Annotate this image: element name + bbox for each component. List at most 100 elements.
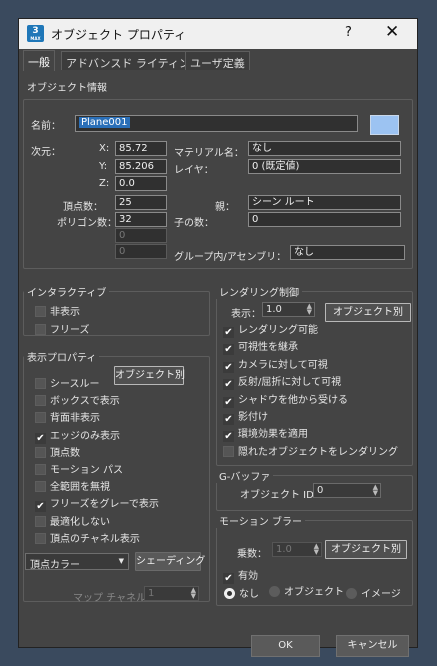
- help-button[interactable]: ?: [345, 25, 352, 40]
- radio-object[interactable]: オブジェクト: [269, 583, 344, 598]
- hide-checkbox[interactable]: 非表示: [35, 303, 80, 318]
- display-option-label: 背面非表示: [50, 413, 100, 425]
- freeze-checkbox[interactable]: フリーズ: [35, 321, 90, 336]
- hide-label: 非表示: [50, 307, 80, 318]
- check-icon: ✔: [223, 327, 234, 338]
- app-icon-text: 3: [32, 26, 39, 36]
- vertices-value: 25: [115, 195, 167, 210]
- check-icon: ✔: [223, 396, 234, 408]
- display-option-checkbox-1[interactable]: ボックスで表示: [35, 392, 120, 408]
- render-option-checkbox-7[interactable]: 隠れたオブジェクトをレンダリング: [223, 443, 398, 458]
- display-option-label: エッジのみ表示: [50, 430, 120, 442]
- tab-content: オブジェクト情報 名前： Plane001 次元： X: 85.72 Y: 85…: [19, 71, 417, 657]
- check-icon: ✔: [223, 379, 234, 391]
- z-label: Z:: [99, 178, 110, 189]
- cancel-button[interactable]: キャンセル: [336, 635, 409, 657]
- display-option-label: 頂点数: [50, 447, 80, 459]
- render-option-label: 環境効果を適用: [238, 429, 308, 441]
- tab-general[interactable]: 一般: [23, 50, 55, 71]
- group-value: なし: [290, 245, 405, 260]
- close-icon[interactable]: ✕: [385, 22, 399, 42]
- check-icon: ✔: [223, 431, 234, 443]
- checkbox-box: [35, 378, 46, 389]
- freeze-check-box: [35, 324, 46, 335]
- check-icon: ✔: [223, 361, 234, 373]
- x-dimension-value: 85.72: [115, 141, 167, 156]
- motion-blur-enabled-checkbox[interactable]: ✔ 有効: [223, 567, 258, 584]
- vertex-color-dropdown[interactable]: 頂点カラー ▼: [25, 553, 129, 571]
- spinner-arrows-icon: ▲ ▼: [372, 483, 378, 497]
- display-option-checkbox-2[interactable]: 背面非表示: [35, 409, 100, 425]
- vertex-color-value: 頂点カラー: [30, 560, 80, 571]
- material-value: なし: [248, 141, 401, 156]
- render-option-label: カメラに対して可視: [238, 359, 328, 371]
- display-option-label: ボックスで表示: [50, 396, 120, 408]
- name-input[interactable]: Plane001: [75, 115, 358, 132]
- display-option-checkbox-5[interactable]: モーション パス: [35, 461, 123, 476]
- display-props-title: 表示プロパティ: [24, 349, 100, 364]
- app-icon-subtext: MAX: [30, 36, 41, 41]
- tab-bar: 一般 アドバンスド ライティング ユーザ定義: [19, 49, 417, 71]
- freeze-label: フリーズ: [50, 325, 90, 336]
- spinner-arrows-icon: ▲ ▼: [306, 302, 312, 316]
- render-option-label: 隠れたオブジェクトをレンダリング: [238, 446, 398, 458]
- radio-none[interactable]: なし: [224, 585, 259, 600]
- gbuffer-title: G-バッファ: [216, 468, 274, 483]
- multiplier-label: 乗数：: [237, 549, 267, 560]
- radio-image[interactable]: イメージ: [346, 585, 401, 600]
- name-value: Plane001: [79, 117, 130, 128]
- motion-blur-title: モーション ブラー: [216, 513, 305, 528]
- display-option-checkbox-6[interactable]: 全範囲を無視: [35, 478, 110, 493]
- object-properties-dialog: 3 MAX オブジェクト プロパティ ? ✕ 一般 アドバンスド ライティング …: [18, 18, 418, 657]
- display-option-label: 頂点のチャネル表示: [50, 533, 140, 545]
- radio-dot: [346, 588, 357, 599]
- object-id-spinner[interactable]: 0 ▲ ▼: [313, 483, 381, 498]
- display-option-checkbox-7[interactable]: ✔ フリーズをグレーで表示: [35, 495, 159, 513]
- checkbox-box: [35, 515, 46, 527]
- tab-user-defined[interactable]: ユーザ定義: [185, 51, 250, 70]
- display-option-checkbox-3[interactable]: ✔ エッジのみ表示: [35, 427, 120, 444]
- visibility-spinner[interactable]: 1.0 ▲ ▼: [262, 302, 315, 317]
- multiplier-spinner[interactable]: 1.0 ▲ ▼: [272, 542, 322, 557]
- checkbox-box: [35, 446, 46, 458]
- group-label: グループ内/アセンブリ：: [174, 252, 287, 263]
- ok-button[interactable]: OK: [251, 635, 320, 657]
- check-icon: ✔: [223, 414, 234, 425]
- map-channel-spinner[interactable]: 1 ▲ ▼: [144, 586, 199, 601]
- render-option-checkbox-1[interactable]: ✔ 可視性を継承: [223, 338, 298, 356]
- rendering-by-object-button[interactable]: オブジェクト別: [325, 303, 411, 322]
- object-info-title: オブジェクト情報: [24, 79, 110, 94]
- multiplier-value: 1.0: [276, 544, 292, 555]
- render-option-label: 可視性を継承: [238, 342, 298, 354]
- render-option-checkbox-4[interactable]: ✔ シャドウを他から受ける: [223, 391, 348, 408]
- material-label: マテリアル名：: [174, 148, 244, 159]
- radio-dot: [224, 588, 235, 599]
- map-channel-value: 1: [148, 588, 155, 599]
- blank-value-1: 0: [115, 228, 167, 243]
- check-icon: ✔: [35, 432, 46, 444]
- dimensions-label: 次元：: [31, 147, 61, 158]
- checkbox-box: [35, 412, 46, 424]
- window-title: オブジェクト プロパティ: [51, 28, 187, 42]
- display-option-checkbox-9[interactable]: 頂点のチャネル表示: [35, 530, 140, 545]
- render-option-label: レンダリング可能: [238, 325, 318, 336]
- check-icon: ✔: [35, 501, 46, 513]
- display-option-checkbox-8[interactable]: 最適化しない: [35, 513, 110, 528]
- title-bar: 3 MAX オブジェクト プロパティ ? ✕: [19, 19, 417, 49]
- render-option-checkbox-5[interactable]: ✔ 影付け: [223, 408, 268, 425]
- render-option-checkbox-6[interactable]: ✔ 環境効果を適用: [223, 425, 308, 443]
- display-option-checkbox-0[interactable]: シースルー: [35, 375, 100, 390]
- display-by-object-button[interactable]: オブジェクト別: [114, 366, 185, 385]
- object-id-label: オブジェクト ID：: [240, 490, 324, 501]
- object-color-swatch[interactable]: [370, 115, 399, 135]
- shading-button[interactable]: シェーディング: [135, 552, 205, 571]
- motion-blur-by-object-button[interactable]: オブジェクト別: [325, 540, 407, 559]
- render-option-checkbox-3[interactable]: ✔ 反射/屈折に対して可視: [223, 373, 341, 391]
- render-option-checkbox-2[interactable]: ✔ カメラに対して可視: [223, 356, 328, 373]
- render-option-checkbox-0[interactable]: ✔ レンダリング可能: [223, 321, 318, 338]
- checkbox-box: [35, 481, 46, 493]
- check-icon: ✔: [223, 344, 234, 356]
- display-option-checkbox-4[interactable]: 頂点数: [35, 444, 80, 459]
- rendering-title: レンダリング制御: [216, 284, 302, 299]
- interactivity-title: インタラクティブ: [24, 284, 110, 299]
